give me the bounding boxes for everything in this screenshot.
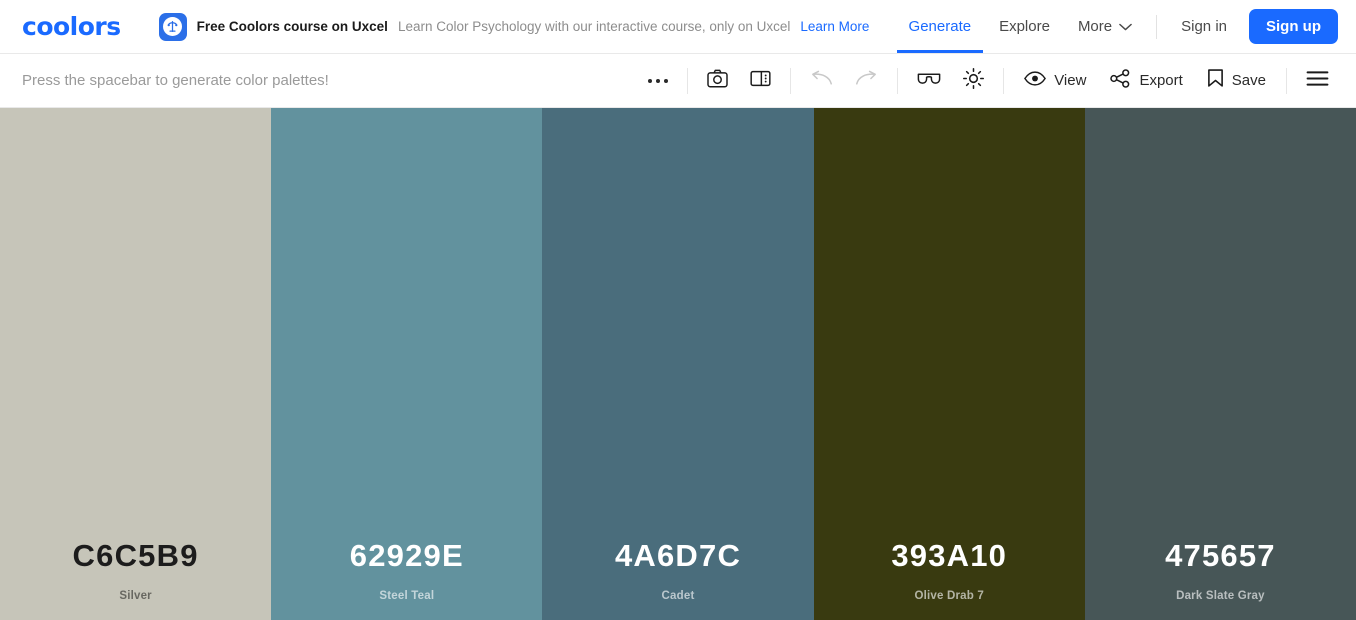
color-swatch-5[interactable]: 475657 Dark Slate Gray: [1084, 108, 1356, 620]
swatch-name-1: Silver: [119, 590, 152, 602]
view-button[interactable]: View: [1012, 62, 1098, 100]
undo-icon: [810, 70, 833, 92]
nav-item-more[interactable]: More: [1064, 0, 1146, 53]
brightness-icon: [963, 67, 985, 94]
toolbar-divider: [1286, 67, 1287, 94]
more-options-button[interactable]: [637, 62, 679, 100]
swatch-name-3: Cadet: [661, 590, 695, 602]
uxcel-logo-icon: [158, 12, 187, 41]
swatch-hex-1[interactable]: C6C5B9: [73, 540, 199, 571]
color-swatch-3[interactable]: 4A6D7C Cadet: [542, 108, 814, 620]
share-icon: [1110, 68, 1131, 93]
save-button[interactable]: Save: [1195, 62, 1278, 100]
nav-item-more-label: More: [1077, 18, 1113, 35]
color-swatch-1[interactable]: C6C5B9 Silver: [0, 108, 272, 620]
undo-button[interactable]: [799, 62, 844, 100]
toolbar-divider: [687, 67, 689, 94]
ellipsis-icon: [648, 78, 669, 83]
coolors-logo[interactable]: coolors: [22, 12, 121, 41]
bookmark-icon: [1207, 68, 1224, 93]
view-button-label: View: [1054, 72, 1087, 89]
swatch-hex-5[interactable]: 475657: [1165, 540, 1276, 571]
promo-title: Free Coolors course on Uxcel: [196, 19, 388, 34]
promo-banner[interactable]: Free Coolors course on Uxcel Learn Color…: [158, 12, 869, 41]
swatch-name-4: Olive Drab 7: [914, 590, 984, 602]
toolbar-divider: [790, 67, 792, 94]
camera-icon: [707, 69, 728, 93]
promo-subtitle: Learn Color Psychology with our interact…: [397, 19, 791, 34]
layout-button[interactable]: [739, 62, 782, 100]
nav-divider: [1156, 14, 1158, 39]
swatch-hex-2[interactable]: 62929E: [350, 540, 464, 571]
export-button-label: Export: [1139, 72, 1183, 89]
glasses-icon: [917, 70, 941, 91]
color-palette: C6C5B9 Silver 62929E Steel Teal 4A6D7C C…: [0, 108, 1356, 620]
swatch-hex-4[interactable]: 393A10: [891, 540, 1007, 571]
top-navigation-bar: coolors Free Coolors course on Uxcel Lea…: [0, 0, 1356, 54]
redo-button[interactable]: [844, 62, 889, 100]
adjust-brightness-button[interactable]: [952, 62, 995, 100]
sign-in-button[interactable]: Sign in: [1167, 18, 1241, 35]
color-blindness-button[interactable]: [906, 62, 952, 100]
swatch-name-5: Dark Slate Gray: [1176, 590, 1265, 602]
toolbar-divider: [897, 67, 899, 94]
redo-icon: [855, 70, 878, 92]
color-swatch-2[interactable]: 62929E Steel Teal: [271, 108, 543, 620]
screenshot-button[interactable]: [696, 62, 739, 100]
sign-up-button[interactable]: Sign up: [1249, 9, 1338, 44]
chevron-down-icon: [1119, 0, 1132, 53]
main-nav: Generate Explore More Sign in Sign up: [895, 0, 1356, 53]
palette-toolbar: Press the spacebar to generate color pal…: [0, 54, 1356, 108]
swatch-hex-3[interactable]: 4A6D7C: [615, 540, 741, 571]
swatch-name-2: Steel Teal: [379, 590, 435, 602]
nav-item-generate[interactable]: Generate: [895, 0, 986, 53]
color-swatch-4[interactable]: 393A10 Olive Drab 7: [813, 108, 1085, 620]
learn-more-link[interactable]: Learn More: [800, 19, 869, 34]
menu-button[interactable]: [1295, 62, 1340, 100]
panel-layout-icon: [750, 69, 771, 93]
eye-icon: [1024, 70, 1047, 91]
toolbar-actions: View Export Save: [637, 54, 1356, 107]
nav-item-explore[interactable]: Explore: [985, 0, 1064, 53]
spacebar-hint: Press the spacebar to generate color pal…: [22, 72, 329, 89]
export-button[interactable]: Export: [1098, 62, 1194, 100]
toolbar-divider: [1003, 67, 1005, 94]
save-button-label: Save: [1231, 72, 1266, 89]
hamburger-icon: [1306, 70, 1329, 92]
